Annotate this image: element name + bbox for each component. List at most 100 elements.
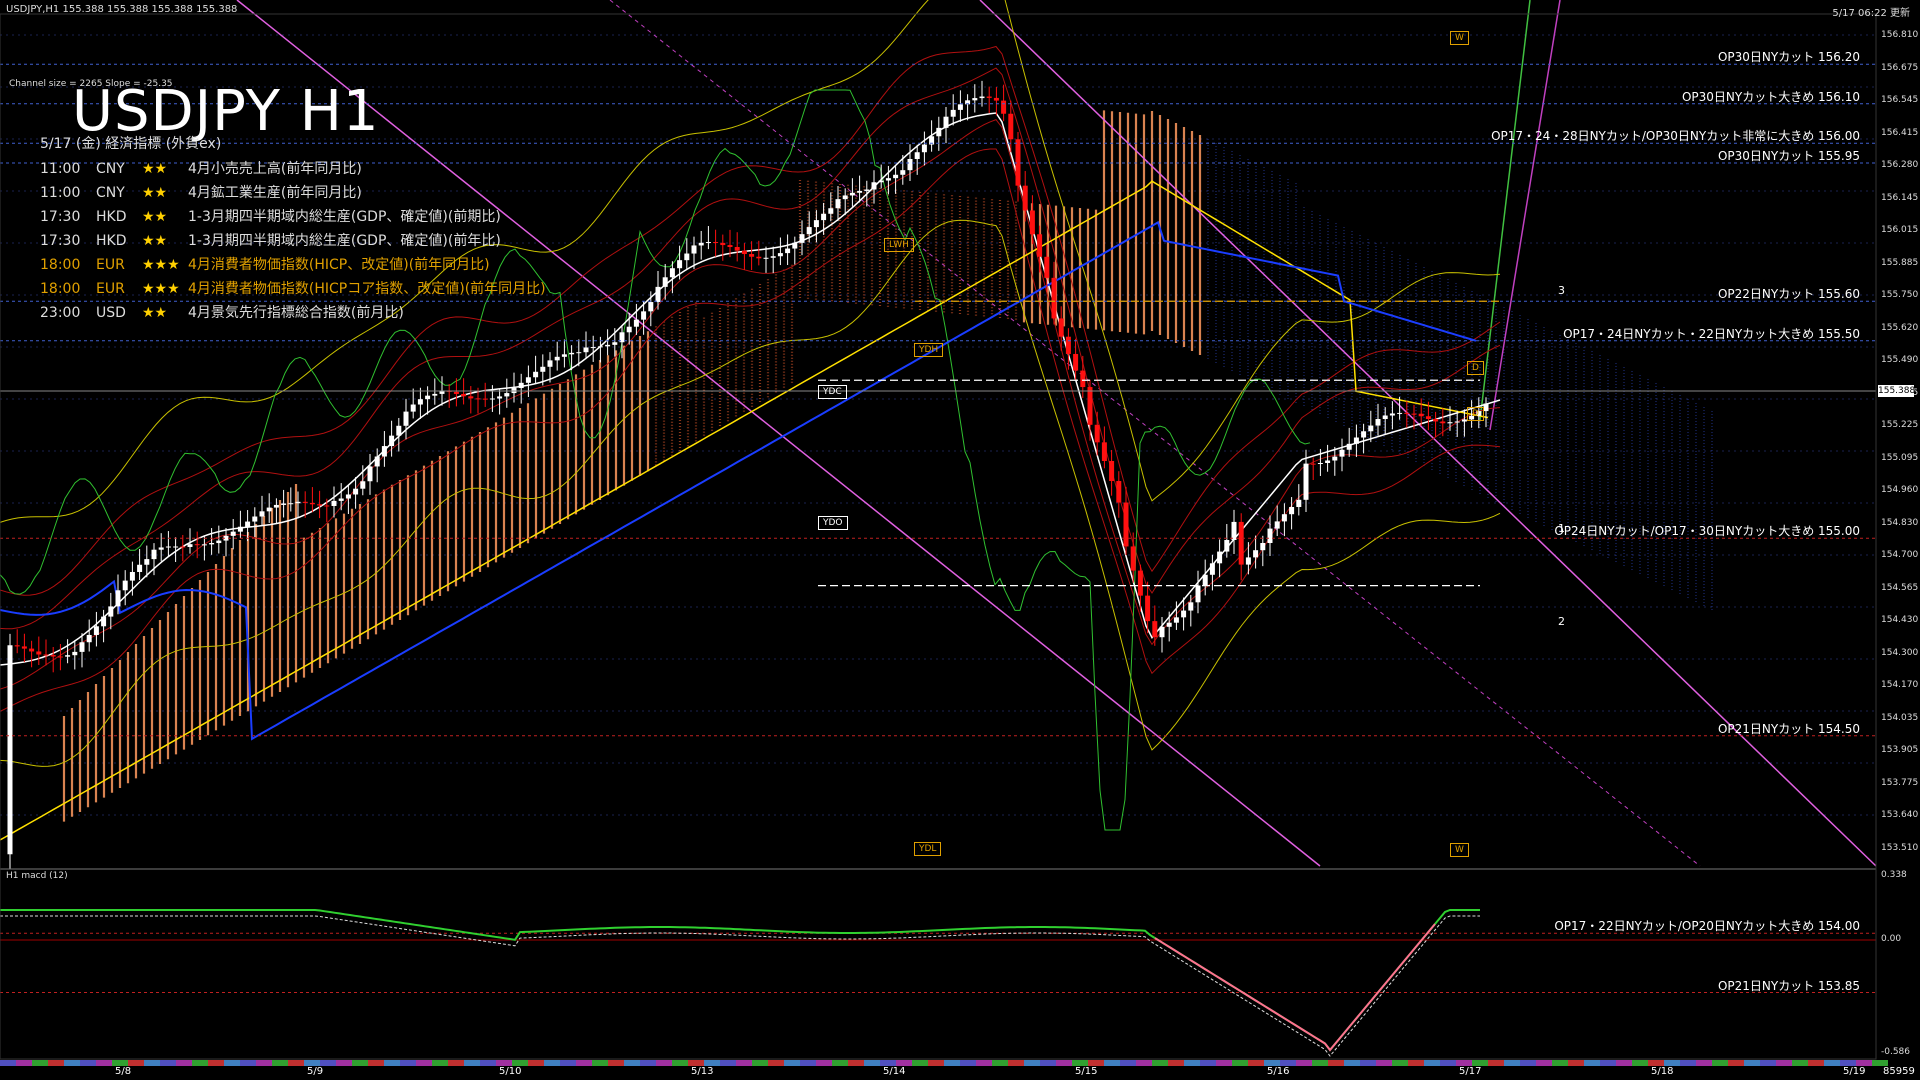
candle-body — [1209, 563, 1215, 575]
candle-body — [1015, 139, 1021, 186]
date-label: 5/8 — [115, 1066, 132, 1077]
event-stars: ★★★ — [142, 281, 180, 297]
date-bar-segment — [1600, 1060, 1616, 1066]
candle-body — [158, 547, 164, 550]
candle-body — [885, 178, 891, 181]
candle-body — [266, 507, 272, 512]
macd-signal — [0, 915, 1480, 1057]
date-bar-segment — [800, 1060, 816, 1066]
date-bar-segment — [672, 1060, 688, 1066]
event-time: 17:30 — [40, 209, 81, 225]
date-bar-segment — [464, 1060, 480, 1066]
candle-body — [900, 170, 906, 175]
event-name: 1-3月期四半期域内総生産(GDP、確定値)(前年比) — [188, 233, 501, 249]
date-bar-segment — [960, 1060, 976, 1066]
candle-body — [986, 96, 992, 98]
candle-body — [216, 540, 222, 544]
date-bar-segment — [752, 1060, 768, 1066]
candle-body — [115, 590, 121, 607]
event-name: 4月小売売上高(前年同月比) — [188, 161, 362, 177]
date-bar-segment — [272, 1060, 288, 1066]
candle-body — [432, 393, 438, 396]
event-time: 11:00 — [40, 185, 81, 201]
date-bar-segment — [96, 1060, 112, 1066]
price-label: 156.015 — [1881, 225, 1919, 235]
date-bar-segment — [192, 1060, 208, 1066]
candle-body — [295, 501, 301, 504]
date-bar-segment — [720, 1060, 736, 1066]
date-bar-segment — [1760, 1060, 1776, 1066]
date-bar-segment — [1440, 1060, 1456, 1066]
candle-body — [993, 97, 999, 101]
date-bar-segment — [1360, 1060, 1376, 1066]
date-bar-segment — [1216, 1060, 1232, 1066]
event-currency: HKD — [96, 233, 127, 249]
candle-body — [1433, 418, 1439, 422]
price-label: 153.510 — [1881, 842, 1919, 853]
candle-body — [281, 503, 287, 505]
envelope-band — [0, 67, 1501, 630]
candle-body — [590, 347, 596, 349]
date-bar-segment — [640, 1060, 656, 1066]
candle-body — [1173, 617, 1179, 623]
event-name: 1-3月期四半期域内総生産(GDP、確定値)(前期比) — [188, 209, 501, 225]
candle-body — [785, 248, 791, 254]
date-label: 5/14 — [883, 1066, 906, 1077]
candle-body — [1310, 463, 1316, 465]
date-bar-segment — [1168, 1060, 1184, 1066]
candle-body — [1037, 234, 1043, 257]
event-time: 18:00 — [40, 257, 81, 273]
candle-body — [180, 546, 186, 548]
option-cut-label: OP17・24日NYカット・22日NYカット大きめ 155.50 — [1563, 326, 1860, 341]
candle-body — [108, 606, 114, 617]
date-bar-segment — [224, 1060, 240, 1066]
candle-body — [878, 180, 884, 183]
candle-body — [1109, 460, 1115, 482]
projection-line — [1479, 0, 1531, 421]
date-bar-segment — [928, 1060, 944, 1066]
candle-body — [129, 571, 135, 581]
date-bar-segment — [816, 1060, 832, 1066]
candle-body — [1029, 210, 1035, 235]
candle-body — [633, 319, 639, 327]
date-bar-segment — [1104, 1060, 1120, 1066]
candle-body — [907, 158, 913, 171]
candle-body — [1411, 413, 1417, 415]
event-currency: USD — [96, 305, 126, 321]
candle-body — [1382, 415, 1388, 420]
date-bar-segment — [256, 1060, 272, 1066]
candle-body — [1094, 424, 1100, 443]
candle-body — [57, 656, 63, 658]
candle-body — [425, 395, 431, 400]
ma-slow — [0, 220, 1477, 741]
date-bar-segment — [576, 1060, 592, 1066]
proj-mark-2: 2 — [1558, 615, 1565, 628]
event-stars: ★★ — [142, 233, 168, 249]
date-bar-segment — [1712, 1060, 1728, 1066]
candle-body — [1346, 443, 1352, 450]
candle-body — [705, 242, 711, 244]
candle-body — [734, 247, 740, 251]
candle-body — [1404, 412, 1410, 414]
tag-ydo: YDO — [818, 516, 848, 530]
candle-body — [1073, 353, 1079, 371]
candle-body — [259, 511, 265, 517]
date-bar-segment — [208, 1060, 224, 1066]
price-label: 155.490 — [1881, 355, 1919, 365]
date-bar-segment — [336, 1060, 352, 1066]
event-stars: ★★★ — [142, 257, 180, 273]
candle-body — [1188, 602, 1194, 611]
date-bar-segment — [1232, 1060, 1248, 1066]
current-price-label: 155.388 — [1878, 385, 1916, 397]
candle-body — [1289, 507, 1295, 515]
date-bar-segment — [1520, 1060, 1536, 1066]
candle-body — [230, 531, 236, 536]
candle-body — [252, 516, 258, 522]
candle-body — [799, 234, 805, 243]
date-bar-segment — [1824, 1060, 1840, 1066]
candle-body — [641, 311, 647, 320]
candle-body — [72, 651, 78, 656]
candle-body — [806, 227, 812, 235]
date-bar-segment — [448, 1060, 464, 1066]
date-bar-segment — [528, 1060, 544, 1066]
